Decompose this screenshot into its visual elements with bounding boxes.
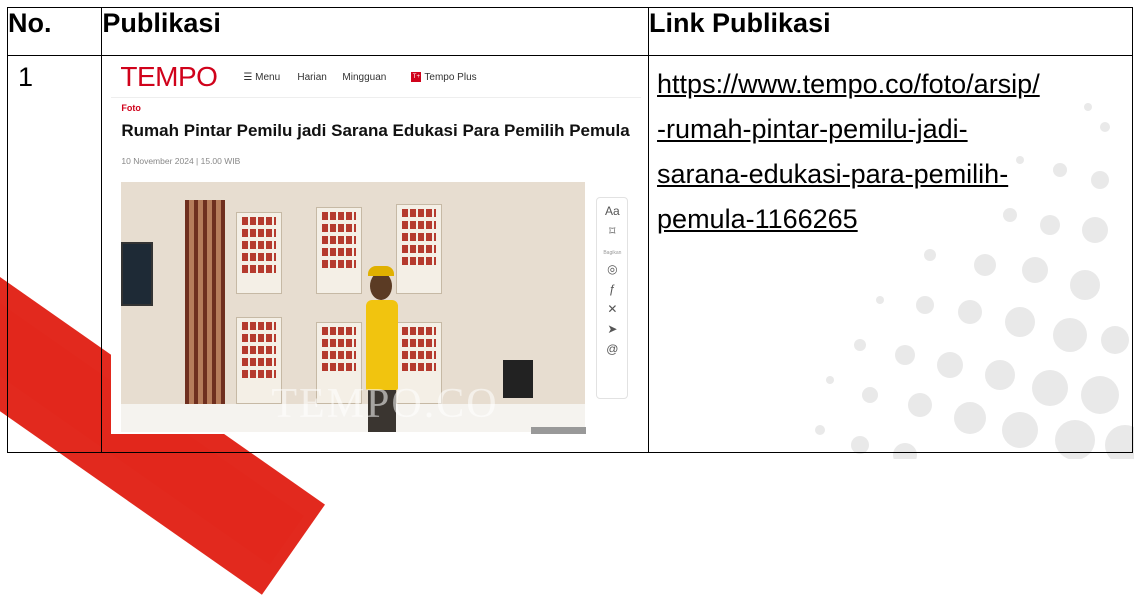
link-cell: https://www.tempo.co/foto/arsip/ -rumah-… xyxy=(648,55,1133,453)
photo-wood-slats xyxy=(185,200,226,410)
table-row: 1 TEMPO ☰ Menu Harian Mingguan T+ Tempo P… xyxy=(6,55,1133,453)
nav-menu[interactable]: ☰ Menu xyxy=(243,72,280,83)
article-photo: TEMPO.CO xyxy=(121,182,586,432)
photo-panel xyxy=(316,207,363,294)
publication-table: No. Publikasi Link Publikasi 1 TEMPO ☰ M… xyxy=(6,7,1133,453)
row-number: 1 xyxy=(6,55,103,453)
photo-speaker xyxy=(503,360,534,398)
menu-icon: ☰ xyxy=(243,72,256,83)
header-link: Link Publikasi xyxy=(648,7,1133,56)
whatsapp-icon[interactable]: ◎ xyxy=(597,262,627,276)
article-screenshot: TEMPO ☰ Menu Harian Mingguan T+ Tempo Plu… xyxy=(111,59,642,434)
bookmark-icon[interactable]: ⌑ xyxy=(597,224,627,238)
photo-person-cap xyxy=(368,266,395,276)
x-icon[interactable]: ✕ xyxy=(597,302,627,316)
nav-mingguan[interactable]: Mingguan xyxy=(342,72,386,83)
photo-watermark: TEMPO.CO xyxy=(271,381,499,427)
facebook-icon[interactable]: ƒ xyxy=(597,282,627,296)
nav-harian[interactable]: Harian xyxy=(297,72,326,83)
publication-cell: TEMPO ☰ Menu Harian Mingguan T+ Tempo Plu… xyxy=(101,55,650,453)
tempo-plus-icon: T+ xyxy=(411,72,422,83)
share-label: Bagikan xyxy=(603,250,622,256)
photo-tv xyxy=(121,242,154,306)
header-no: No. xyxy=(6,7,103,56)
font-size-button[interactable]: Aa xyxy=(597,204,627,218)
table-header-row: No. Publikasi Link Publikasi xyxy=(6,7,1133,56)
nav-tempo-plus[interactable]: T+ Tempo Plus xyxy=(411,72,477,83)
photo-panel xyxy=(396,204,443,294)
publication-link[interactable]: https://www.tempo.co/foto/arsip/ -rumah-… xyxy=(657,69,1040,234)
telegram-icon[interactable]: ➤ xyxy=(597,322,627,336)
tempo-header: TEMPO ☰ Menu Harian Mingguan T+ Tempo Plu… xyxy=(111,59,642,98)
header-publikasi: Publikasi xyxy=(101,7,650,56)
threads-icon[interactable]: @ xyxy=(597,342,627,356)
scrollbar[interactable] xyxy=(531,427,587,434)
article-category[interactable]: Foto xyxy=(121,103,141,113)
tempo-logo: TEMPO xyxy=(120,61,218,92)
article-headline: Rumah Pintar Pemilu jadi Sarana Edukasi … xyxy=(121,121,630,140)
article-date: 10 November 2024 | 15.00 WIB xyxy=(121,156,241,166)
photo-person xyxy=(366,300,399,390)
photo-panel xyxy=(236,212,283,294)
share-sidebar: Aa ⌑ Bagikan ◎ ƒ ✕ ➤ @ xyxy=(596,197,629,399)
